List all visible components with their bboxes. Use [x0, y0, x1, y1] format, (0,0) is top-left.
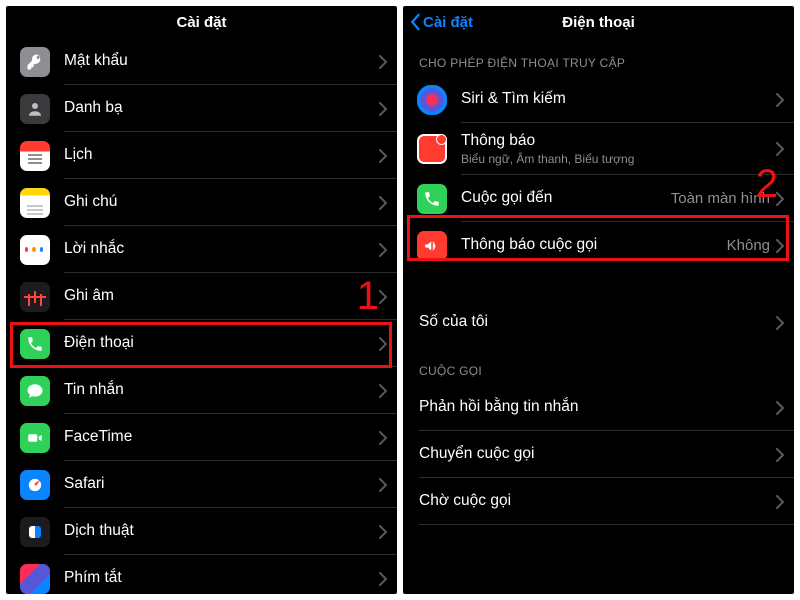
row-value: Toàn màn hình	[671, 190, 770, 207]
chevron-right-icon	[379, 149, 387, 163]
chevron-right-icon	[379, 55, 387, 69]
row-label: Danh bạ	[64, 99, 379, 118]
settings-screen: Cài đặt Mật khẩu Danh bạ	[6, 6, 397, 594]
row-announce-calls[interactable]: Thông báo cuộc gọi Không	[403, 222, 794, 269]
chevron-right-icon	[776, 239, 784, 253]
settings-row-facetime[interactable]: FaceTime	[6, 414, 397, 461]
settings-list: Mật khẩu Danh bạ Lịch	[6, 38, 397, 594]
safari-icon	[20, 470, 50, 500]
settings-row-contacts[interactable]: Danh bạ	[6, 85, 397, 132]
row-label: Phản hồi bằng tin nhắn	[419, 398, 776, 417]
settings-row-calendar[interactable]: Lịch	[6, 132, 397, 179]
settings-row-translate[interactable]: Dịch thuật	[6, 508, 397, 555]
settings-row-reminders[interactable]: Lời nhắc	[6, 226, 397, 273]
voice-memos-icon	[20, 282, 50, 312]
facetime-icon	[20, 423, 50, 453]
row-notifications[interactable]: Thông báo Biểu ngữ, Âm thanh, Biểu tượng	[403, 123, 794, 175]
chevron-left-icon	[409, 13, 421, 31]
contacts-icon	[20, 94, 50, 124]
chevron-right-icon	[379, 290, 387, 304]
page-title: Điện thoại	[562, 14, 635, 31]
reminders-icon	[20, 235, 50, 265]
chevron-right-icon	[776, 495, 784, 509]
chevron-right-icon	[379, 525, 387, 539]
header: Cài đặt	[6, 6, 397, 38]
phone-settings-screen: Cài đặt Điện thoại CHO PHÉP ĐIỆN THOẠI T…	[403, 6, 794, 594]
row-my-number[interactable]: Số của tôi	[403, 299, 794, 346]
row-label: Ghi âm	[64, 287, 379, 306]
incoming-call-icon	[417, 184, 447, 214]
row-label: Chuyển cuộc gọi	[419, 445, 776, 464]
chevron-right-icon	[379, 102, 387, 116]
chevron-right-icon	[776, 192, 784, 206]
chevron-right-icon	[379, 384, 387, 398]
settings-row-notes[interactable]: Ghi chú	[6, 179, 397, 226]
row-label: Lịch	[64, 146, 379, 165]
row-value: Không	[727, 237, 770, 254]
row-call-forwarding[interactable]: Chuyển cuộc gọi	[403, 431, 794, 478]
row-label: Thông báo cuộc gọi	[461, 236, 727, 255]
chevron-right-icon	[379, 431, 387, 445]
row-label: Dịch thuật	[64, 522, 379, 541]
announce-calls-icon	[417, 231, 447, 261]
chevron-right-icon	[776, 142, 784, 156]
row-incoming-calls[interactable]: Cuộc gọi đến Toàn màn hình	[403, 175, 794, 222]
chevron-right-icon	[379, 572, 387, 586]
notes-icon	[20, 188, 50, 218]
row-label: Cuộc gọi đến	[461, 189, 671, 208]
row-respond-with-text[interactable]: Phản hồi bằng tin nhắn	[403, 384, 794, 431]
settings-row-phone[interactable]: Điện thoại	[6, 320, 397, 367]
row-label: Số của tôi	[419, 313, 776, 332]
notifications-icon	[417, 134, 447, 164]
row-label: Ghi chú	[64, 193, 379, 212]
row-call-waiting[interactable]: Chờ cuộc gọi	[403, 478, 794, 525]
settings-row-safari[interactable]: Safari	[6, 461, 397, 508]
row-label: Mật khẩu	[64, 52, 379, 71]
back-label: Cài đặt	[423, 14, 473, 31]
section-header-calls: CUỘC GỌI	[403, 346, 794, 384]
back-button[interactable]: Cài đặt	[409, 6, 473, 38]
row-label: Tin nhắn	[64, 381, 379, 400]
translate-icon	[20, 517, 50, 547]
header: Cài đặt Điện thoại	[403, 6, 794, 38]
chevron-right-icon	[776, 448, 784, 462]
siri-icon	[417, 85, 447, 115]
row-label: Phím tắt	[64, 569, 379, 588]
row-label: Safari	[64, 475, 379, 494]
settings-row-messages[interactable]: Tin nhắn	[6, 367, 397, 414]
chevron-right-icon	[776, 316, 784, 330]
row-siri-search[interactable]: Siri & Tìm kiếm	[403, 76, 794, 123]
row-label: FaceTime	[64, 428, 379, 447]
calendar-icon	[20, 141, 50, 171]
section-header-allow: CHO PHÉP ĐIỆN THOẠI TRUY CẬP	[403, 38, 794, 76]
page-title: Cài đặt	[176, 14, 226, 31]
settings-row-voicememos[interactable]: Ghi âm	[6, 273, 397, 320]
shortcuts-icon	[20, 564, 50, 594]
chevron-right-icon	[379, 196, 387, 210]
messages-icon	[20, 376, 50, 406]
row-label: Chờ cuộc gọi	[419, 492, 776, 511]
row-label: Thông báo	[461, 132, 776, 151]
settings-row-shortcuts[interactable]: Phím tắt	[6, 555, 397, 594]
key-icon	[20, 47, 50, 77]
row-label: Lời nhắc	[64, 240, 379, 259]
chevron-right-icon	[776, 93, 784, 107]
chevron-right-icon	[379, 337, 387, 351]
row-subtitle: Biểu ngữ, Âm thanh, Biểu tượng	[461, 152, 776, 166]
chevron-right-icon	[776, 401, 784, 415]
row-label: Siri & Tìm kiếm	[461, 90, 776, 109]
chevron-right-icon	[379, 478, 387, 492]
row-label: Điện thoại	[64, 334, 379, 353]
phone-icon	[20, 329, 50, 359]
settings-row-passwords[interactable]: Mật khẩu	[6, 38, 397, 85]
chevron-right-icon	[379, 243, 387, 257]
